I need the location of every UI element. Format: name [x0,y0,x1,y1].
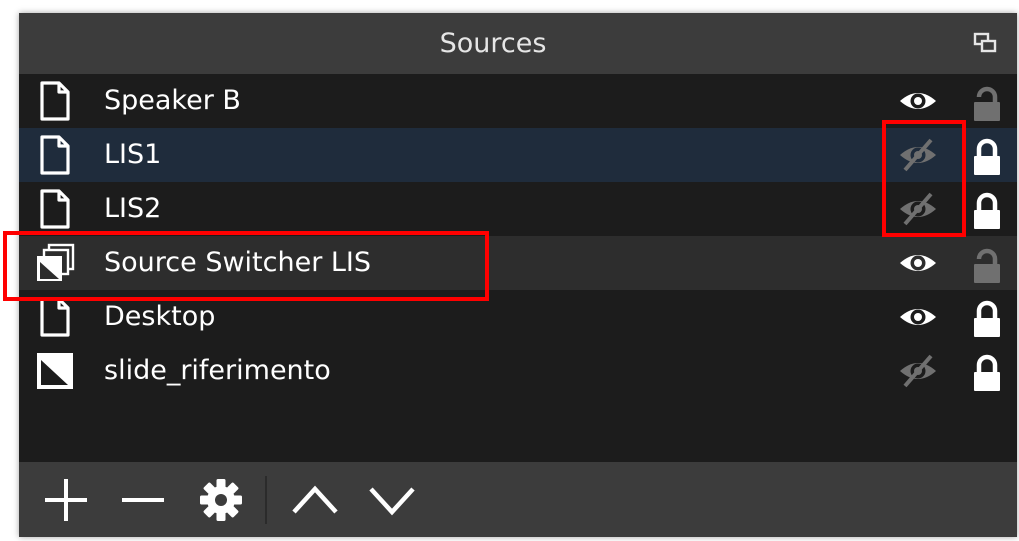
sources-toolbar [19,462,1017,537]
eye-hidden-icon[interactable] [897,353,939,389]
dock-titlebar: Sources [19,13,1017,74]
eye-hidden-icon[interactable] [897,137,939,173]
float-dock-icon[interactable] [973,31,997,55]
dock-title: Sources [439,28,547,59]
source-name: Speaker B [104,85,241,116]
lock-icon[interactable] [972,134,1002,176]
source-name: LIS2 [104,193,162,224]
source-row[interactable]: slide_riferimento [19,344,1017,398]
lock-icon[interactable] [972,350,1002,392]
file-icon [40,189,70,229]
unlocked-icon[interactable] [972,80,1002,122]
eye-icon[interactable] [897,245,939,281]
move-up-icon[interactable] [289,474,341,526]
source-row-selected[interactable]: LIS1 [19,128,1017,182]
source-row[interactable]: LIS2 [19,182,1017,236]
source-name: slide_riferimento [104,355,331,386]
file-icon [40,135,70,175]
toolbar-separator [265,476,267,524]
source-row[interactable]: Desktop [19,290,1017,344]
unlocked-icon[interactable] [972,242,1002,284]
source-name: Source Switcher LIS [104,247,372,278]
image-icon [37,353,73,389]
move-down-icon[interactable] [366,474,418,526]
eye-hidden-icon[interactable] [897,191,939,227]
add-icon[interactable] [40,474,92,526]
remove-icon[interactable] [117,474,169,526]
lock-icon[interactable] [972,188,1002,230]
file-icon [40,297,70,337]
source-name: Desktop [104,301,216,332]
eye-icon[interactable] [897,299,939,335]
eye-icon[interactable] [897,83,939,119]
gear-icon[interactable] [195,474,247,526]
sources-dock: Sources Speaker B LIS1 LIS2 Source Switc… [19,13,1017,537]
sources-list[interactable]: Speaker B LIS1 LIS2 Source Switcher LIS … [19,74,1017,462]
source-switcher-icon [37,243,75,281]
file-icon [40,81,70,121]
source-row[interactable]: Speaker B [19,74,1017,128]
lock-icon[interactable] [972,296,1002,338]
source-row[interactable]: Source Switcher LIS [19,236,1017,290]
source-name: LIS1 [104,139,162,170]
